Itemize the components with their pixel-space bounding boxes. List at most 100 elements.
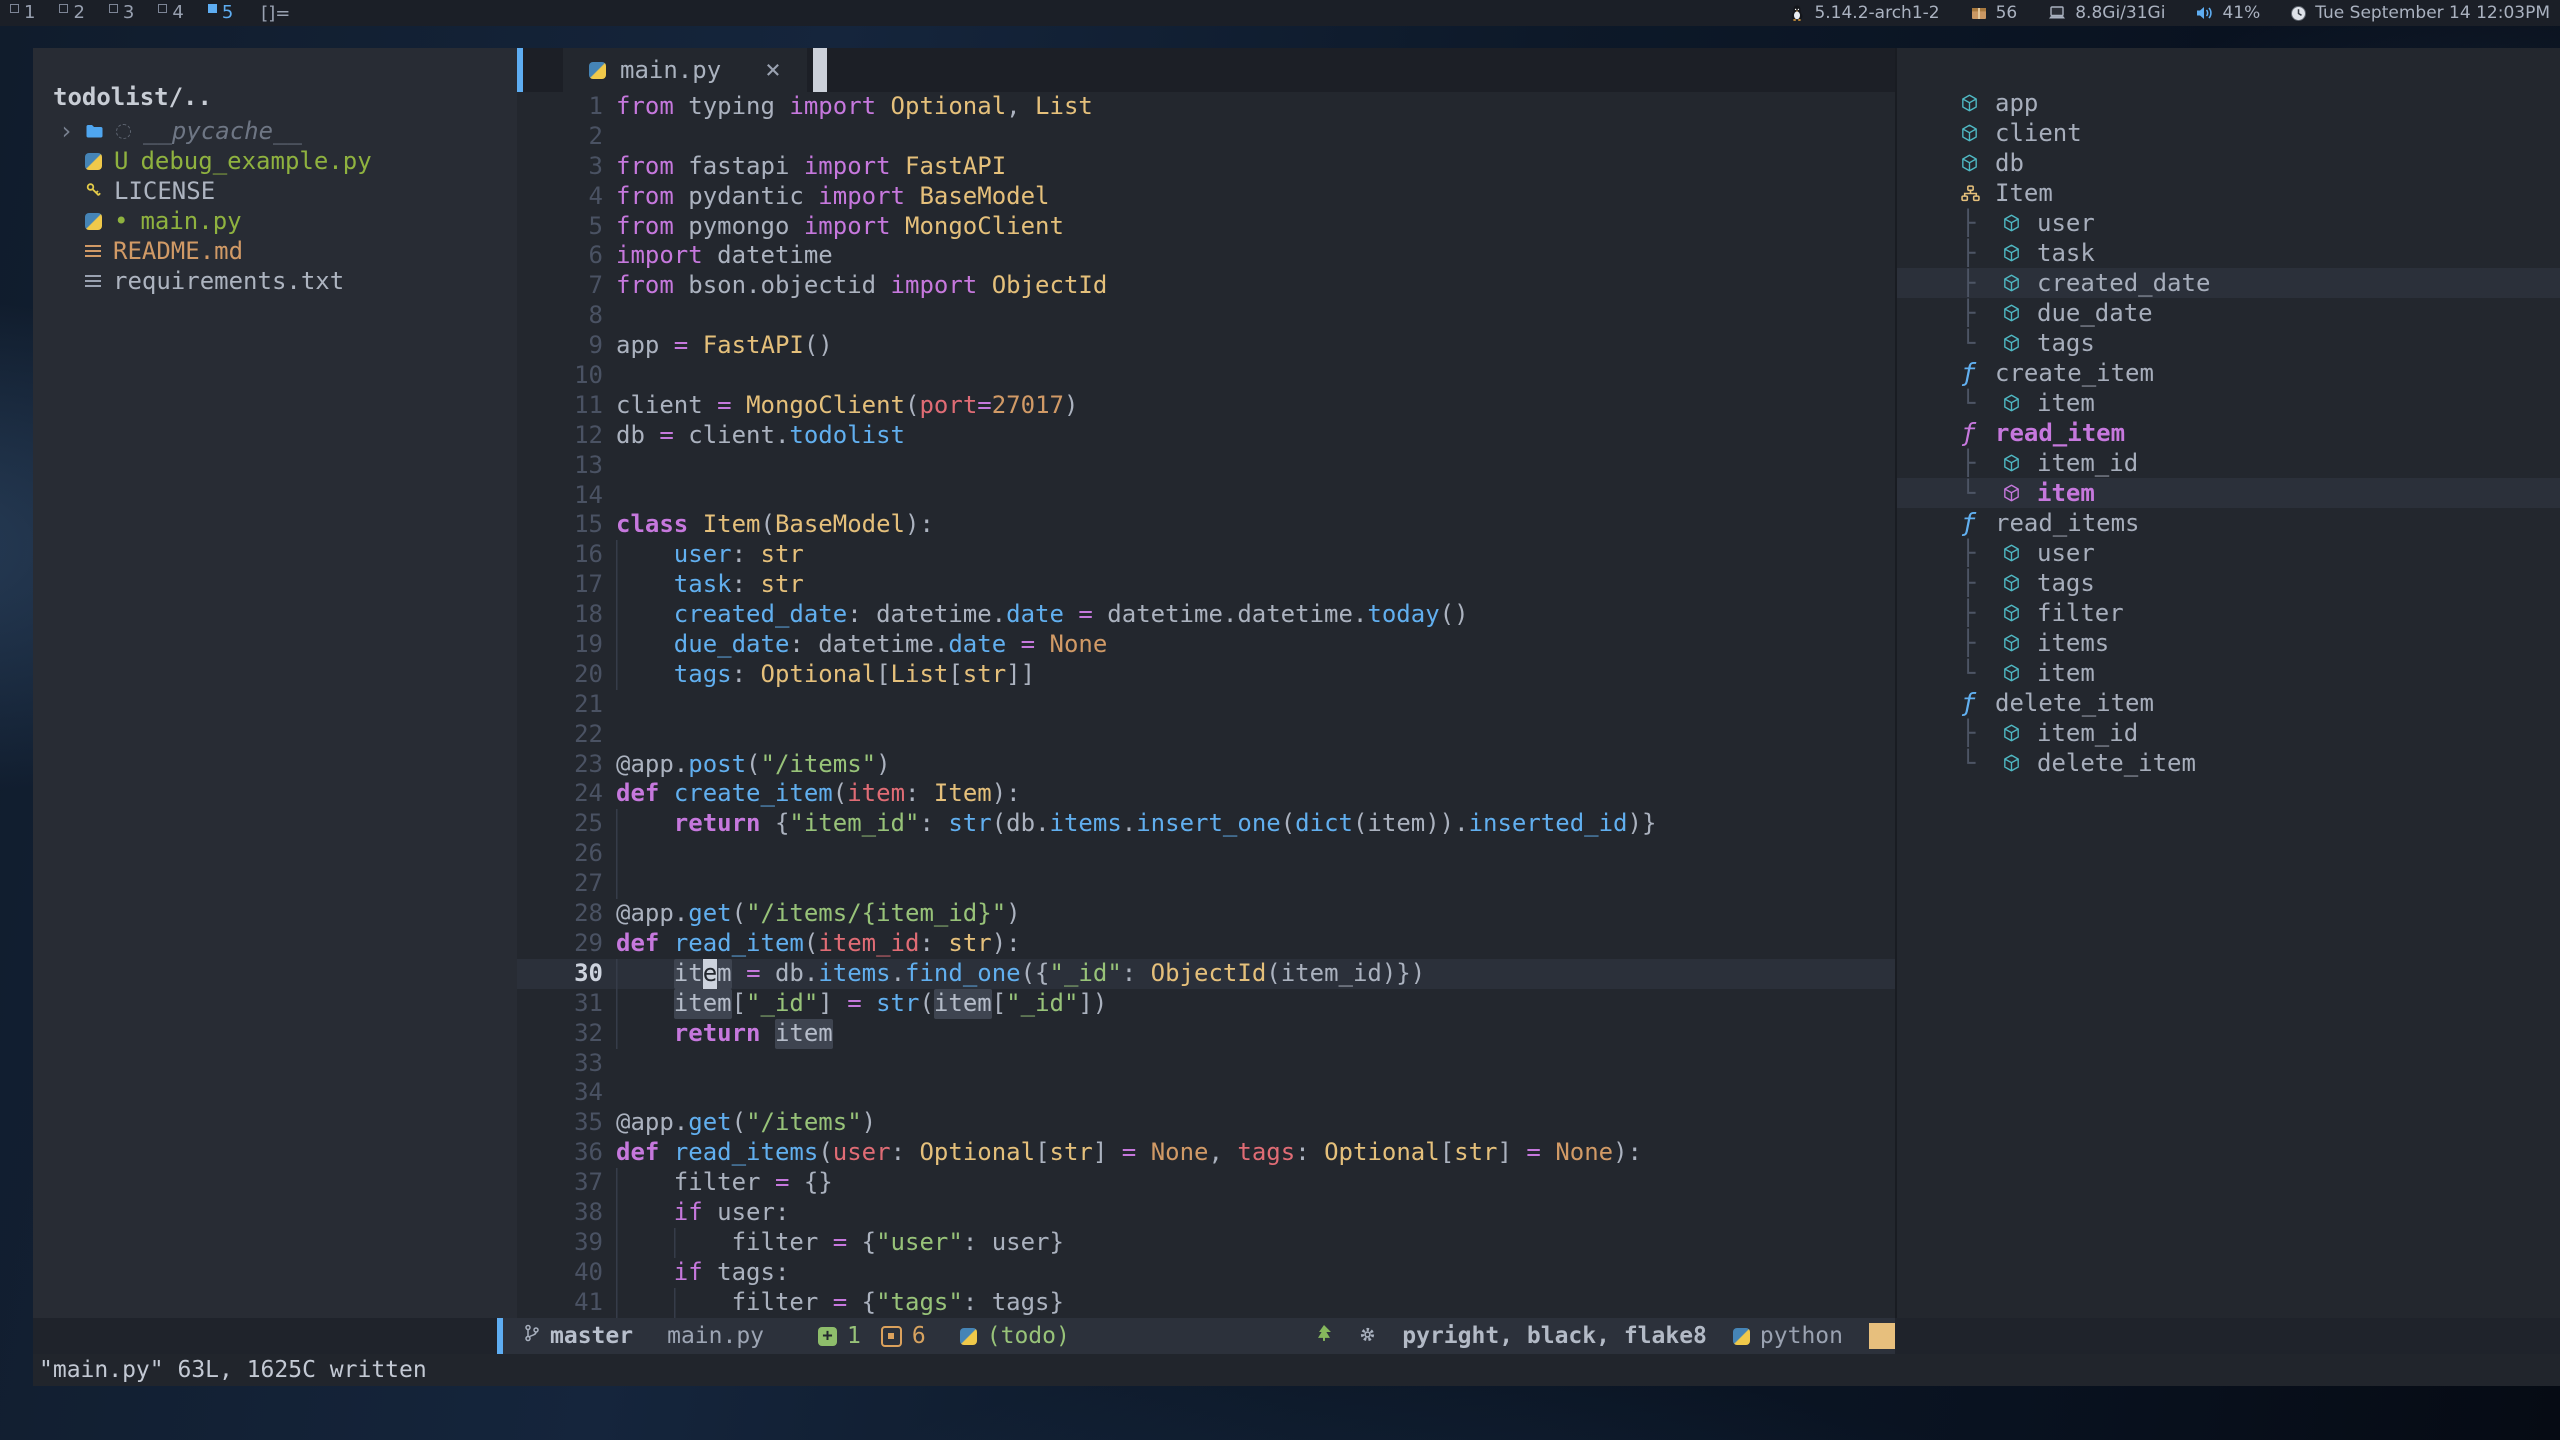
outline-item-Item[interactable]: Item	[1897, 178, 2560, 208]
code-line-30[interactable]: 30 item = db.items.find_one({"_id": Obje…	[517, 959, 1895, 989]
tree-item-requirements.txt[interactable]: requirements.txt	[53, 266, 517, 296]
code-line-24[interactable]: 24def create_item(item: Item):	[517, 779, 1895, 809]
code-line-20[interactable]: 20 tags: Optional[List[str]]	[517, 660, 1895, 690]
workspace-tag-3[interactable]: 3	[109, 1, 134, 25]
outline-item-created_date[interactable]: ├created_date	[1897, 268, 2560, 298]
code-line-1[interactable]: 1from typing import Optional, List	[517, 92, 1895, 122]
code-token: Optional	[761, 660, 877, 690]
tree-item-main.py[interactable]: •main.py	[53, 206, 517, 236]
code-line-2[interactable]: 2	[517, 122, 1895, 152]
code-line-23[interactable]: 23@app.post("/items")	[517, 750, 1895, 780]
outline-item-app[interactable]: app	[1897, 88, 2560, 118]
code-token: if	[674, 1258, 703, 1288]
outline-item-tags[interactable]: ├tags	[1897, 568, 2560, 598]
outline-item-db[interactable]: db	[1897, 148, 2560, 178]
code-line-28[interactable]: 28@app.get("/items/{item_id}")	[517, 899, 1895, 929]
code-line-19[interactable]: 19 due_date: datetime.date = None	[517, 630, 1895, 660]
code-line-17[interactable]: 17 task: str	[517, 570, 1895, 600]
outline-item-item_id[interactable]: ├item_id	[1897, 448, 2560, 478]
code-line-16[interactable]: 16 user: str	[517, 540, 1895, 570]
code-token: "/items/{item_id}"	[746, 899, 1006, 929]
outline-item-item[interactable]: └item	[1897, 658, 2560, 688]
workspace-tag-4[interactable]: 4	[158, 1, 183, 25]
tree-connector: ├	[1961, 568, 2003, 598]
code-token	[688, 331, 702, 361]
tree-item-LICENSE[interactable]: LICENSE	[53, 176, 517, 206]
code-line-35[interactable]: 35@app.get("/items")	[517, 1108, 1895, 1138]
outline-item-client[interactable]: client	[1897, 118, 2560, 148]
workspace-indicator-icon	[109, 4, 118, 13]
code-line-18[interactable]: 18 created_date: datetime.date = datetim…	[517, 600, 1895, 630]
code-buffer[interactable]: 1from typing import Optional, List23from…	[517, 92, 1895, 1318]
filetype-indicator: python	[1733, 1323, 1843, 1349]
outline-item-read_items[interactable]: ƒread_items	[1897, 508, 2560, 538]
code-line-9[interactable]: 9app = FastAPI()	[517, 331, 1895, 361]
outline-item-item_id[interactable]: ├item_id	[1897, 718, 2560, 748]
outline-item-delete_item[interactable]: └delete_item	[1897, 748, 2560, 778]
outline-item-tags[interactable]: └tags	[1897, 328, 2560, 358]
code-line-27[interactable]: 27	[517, 869, 1895, 899]
code-line-31[interactable]: 31 item["_id"] = str(item["_id"])	[517, 989, 1895, 1019]
code-line-3[interactable]: 3from fastapi import FastAPI	[517, 152, 1895, 182]
line-number: 22	[517, 720, 603, 750]
workspace-label: 3	[123, 1, 134, 25]
outline-item-user[interactable]: ├user	[1897, 208, 2560, 238]
code-line-13[interactable]: 13	[517, 451, 1895, 481]
code-line-38[interactable]: 38 if user:	[517, 1198, 1895, 1228]
code-line-5[interactable]: 5from pymongo import MongoClient	[517, 212, 1895, 242]
line-number: 3	[517, 152, 603, 182]
line-number: 10	[517, 361, 603, 391]
tab-main-py[interactable]: main.py ×	[563, 48, 807, 92]
code-line-29[interactable]: 29def read_item(item_id: str):	[517, 929, 1895, 959]
code-line-41[interactable]: 41 filter = {"tags": tags}	[517, 1288, 1895, 1318]
code-line-8[interactable]: 8	[517, 301, 1895, 331]
expand-arrow-icon[interactable]: ›	[59, 116, 73, 146]
outline-item-item[interactable]: └item	[1897, 478, 2560, 508]
function-icon: ƒ	[1961, 508, 1983, 538]
code-line-14[interactable]: 14	[517, 481, 1895, 511]
outline-item-item[interactable]: └item	[1897, 388, 2560, 418]
outline-item-create_item[interactable]: ƒcreate_item	[1897, 358, 2560, 388]
outline-item-delete_item[interactable]: ƒdelete_item	[1897, 688, 2560, 718]
close-icon[interactable]: ×	[765, 55, 781, 85]
code-line-40[interactable]: 40 if tags:	[517, 1258, 1895, 1288]
text-file-icon	[85, 275, 101, 288]
code-line-15[interactable]: 15class Item(BaseModel):	[517, 510, 1895, 540]
code-line-26[interactable]: 26	[517, 839, 1895, 869]
tree-item-debug_example.py[interactable]: Udebug_example.py	[53, 146, 517, 176]
workspace-tag-1[interactable]: 1	[10, 1, 35, 25]
code-line-4[interactable]: 4from pydantic import BaseModel	[517, 182, 1895, 212]
layout-symbol: []=	[261, 3, 290, 24]
code-token: find_one	[905, 959, 1021, 989]
tree-item-README.md[interactable]: README.md	[53, 236, 517, 266]
virtualenv-indicator: (todo)	[960, 1323, 1070, 1349]
code-line-11[interactable]: 11client = MongoClient(port=27017)	[517, 391, 1895, 421]
code-line-39[interactable]: 39 filter = {"user": user}	[517, 1228, 1895, 1258]
code-line-6[interactable]: 6import datetime	[517, 241, 1895, 271]
code-line-22[interactable]: 22	[517, 720, 1895, 750]
workspace-tag-2[interactable]: 2	[59, 1, 84, 25]
code-line-32[interactable]: 32 return item	[517, 1019, 1895, 1049]
code-token: due_date	[674, 630, 790, 660]
code-line-25[interactable]: 25 return {"item_id": str(db.items.inser…	[517, 809, 1895, 839]
code-line-37[interactable]: 37 filter = {}	[517, 1168, 1895, 1198]
code-line-12[interactable]: 12db = client.todolist	[517, 421, 1895, 451]
tree-item-__pycache__[interactable]: ›__pycache__	[53, 116, 517, 146]
outline-item-task[interactable]: ├task	[1897, 238, 2560, 268]
code-line-33[interactable]: 33	[517, 1049, 1895, 1079]
status-volume: 41%	[2195, 3, 2260, 23]
outline-item-items[interactable]: ├items	[1897, 628, 2560, 658]
workspace-tag-5[interactable]: 5	[208, 1, 233, 25]
outline-item-filter[interactable]: ├filter	[1897, 598, 2560, 628]
code-line-10[interactable]: 10	[517, 361, 1895, 391]
code-line-36[interactable]: 36def read_items(user: Optional[str] = N…	[517, 1138, 1895, 1168]
outline-item-user[interactable]: ├user	[1897, 538, 2560, 568]
code-line-7[interactable]: 7from bson.objectid import ObjectId	[517, 271, 1895, 301]
code-line-34[interactable]: 34	[517, 1078, 1895, 1108]
outline-item-read_item[interactable]: ƒread_item	[1897, 418, 2560, 448]
tree-list: ›__pycache__Udebug_example.pyLICENSE•mai…	[53, 116, 517, 296]
code-token	[977, 271, 991, 301]
tree-connector: ├	[1961, 718, 2003, 748]
outline-item-due_date[interactable]: ├due_date	[1897, 298, 2560, 328]
code-line-21[interactable]: 21	[517, 690, 1895, 720]
